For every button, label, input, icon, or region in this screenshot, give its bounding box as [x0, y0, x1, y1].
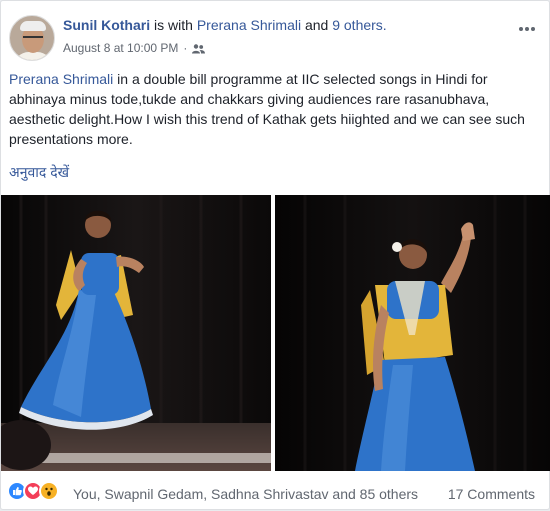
and-text: and [304, 17, 329, 33]
post-meta: August 8 at 10:00 PM · [63, 41, 206, 55]
others-link[interactable]: 9 others. [332, 17, 386, 33]
meta-separator: · [183, 41, 188, 55]
post-photo-1[interactable] [1, 195, 271, 471]
dancer-photo-2 [275, 195, 550, 471]
post-card: Sunil Kothari is with Prerana Shrimali a… [0, 0, 550, 510]
with-text: is with [154, 17, 193, 33]
tagged-person-link[interactable]: Prerana Shrimali [197, 17, 301, 33]
post-header: Sunil Kothari is with Prerana Shrimali a… [1, 1, 549, 67]
friends-icon[interactable] [192, 43, 206, 54]
reaction-icons[interactable] [7, 481, 59, 501]
post-timestamp[interactable]: August 8 at 10:00 PM [63, 41, 178, 55]
post-photo-2[interactable] [275, 195, 550, 471]
author-name-link[interactable]: Sunil Kothari [63, 17, 150, 33]
text-mention-link[interactable]: Prerana Shrimali [9, 71, 113, 87]
more-options-icon[interactable] [519, 15, 535, 36]
post-text: Prerana Shrimali in a double bill progra… [9, 69, 539, 149]
reactions-summary[interactable]: You, Swapnil Gedam, Sadhna Shrivastav an… [73, 486, 418, 502]
post-footer: You, Swapnil Gedam, Sadhna Shrivastav an… [1, 473, 549, 511]
comments-count-link[interactable]: 17 Comments [448, 486, 535, 502]
author-avatar[interactable] [9, 15, 55, 61]
see-translation-link[interactable]: अनुवाद देखें [9, 163, 69, 182]
dancer-photo-1 [1, 195, 271, 471]
wow-icon [39, 481, 59, 501]
author-line: Sunil Kothari is with Prerana Shrimali a… [63, 17, 387, 33]
